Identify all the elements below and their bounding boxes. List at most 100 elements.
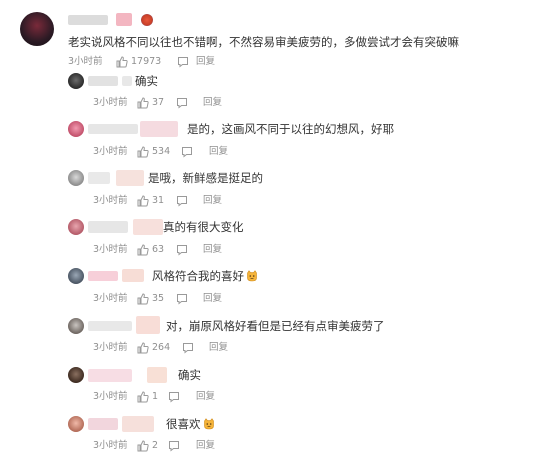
reply-text: 确实: [178, 368, 201, 382]
comment-time: 3小时前: [93, 146, 128, 157]
like-button[interactable]: 35: [137, 293, 164, 305]
username-blurred[interactable]: [88, 124, 138, 134]
like-count: 17973: [131, 56, 162, 67]
like-button[interactable]: 37: [137, 97, 164, 109]
thumbs-up-icon: [137, 342, 149, 354]
comment-bubble-icon: [182, 342, 194, 354]
reply-link[interactable]: 回复: [209, 342, 228, 354]
comment-text: 老实说风格不同以往也不错啊，不然容易审美疲劳的，多做尝试才会有突破嘛: [68, 35, 459, 49]
reply-icon-button[interactable]: [176, 244, 188, 256]
avatar[interactable]: [20, 12, 54, 46]
like-count: 63: [152, 244, 165, 255]
reply-icon-button[interactable]: [182, 342, 194, 354]
reply-icon-button[interactable]: [181, 146, 193, 158]
like-count: 2: [152, 440, 159, 451]
comment-time: 3小时前: [93, 391, 128, 402]
reply-text: 真的有很大变化: [163, 220, 244, 234]
reply-link[interactable]: 回复: [203, 195, 222, 207]
reply-text-content: 风格符合我的喜好: [152, 269, 244, 283]
avatar[interactable]: [68, 73, 84, 89]
username-blurred[interactable]: [88, 76, 118, 86]
comment-bubble-icon: [177, 56, 189, 68]
reply-link[interactable]: 回复: [203, 97, 222, 109]
thumbs-up-icon: [137, 97, 149, 109]
reply-text-content: 很喜欢: [166, 417, 201, 431]
avatar[interactable]: [68, 170, 84, 186]
like-button[interactable]: 63: [137, 244, 164, 256]
reply-icon-button[interactable]: [168, 440, 180, 452]
comment-bubble-icon: [181, 146, 193, 158]
reply-link[interactable]: 回复: [203, 293, 222, 305]
like-button[interactable]: 1: [137, 391, 158, 403]
username-blurred[interactable]: [147, 367, 167, 383]
reply-link[interactable]: 回复: [209, 146, 228, 158]
thumbs-up-icon: [137, 146, 149, 158]
cat-face-emoji-icon: [203, 418, 215, 430]
username-blurred[interactable]: [116, 170, 144, 186]
cat-face-emoji-icon: [246, 270, 258, 282]
like-button[interactable]: 534: [137, 146, 170, 158]
username-blurred[interactable]: [88, 221, 128, 233]
username-blurred[interactable]: [133, 219, 163, 235]
thumbs-up-icon: [137, 244, 149, 256]
like-button[interactable]: 31: [137, 195, 164, 207]
like-count: 534: [152, 146, 171, 157]
reply-text: 很喜欢: [166, 416, 215, 432]
thumbs-up-icon: [137, 391, 149, 403]
reply-text: 是哦，新鲜感是挺足的: [148, 171, 263, 185]
reply-link[interactable]: 回复: [196, 391, 215, 403]
username-blurred[interactable]: [68, 15, 108, 25]
reply-icon-button[interactable]: [176, 97, 188, 109]
like-count: 1: [152, 391, 159, 402]
avatar[interactable]: [68, 268, 84, 284]
comment-time: 3小时前: [93, 293, 128, 304]
comment-bubble-icon: [168, 440, 180, 452]
avatar[interactable]: [68, 367, 84, 383]
reply-icon-button[interactable]: [176, 293, 188, 305]
avatar[interactable]: [68, 121, 84, 137]
comment-time: 3小时前: [93, 342, 128, 353]
like-count: 31: [152, 195, 165, 206]
comment-bubble-icon: [168, 391, 180, 403]
reply-link[interactable]: 回复: [203, 244, 222, 256]
username-blurred[interactable]: [122, 416, 154, 432]
comment-bubble-icon: [176, 97, 188, 109]
username-blurred[interactable]: [88, 418, 118, 430]
thumbs-up-icon: [137, 293, 149, 305]
username-blurred[interactable]: [88, 172, 110, 184]
reply-text: 是的，这画风不同于以往的幻想风，好耶: [187, 122, 394, 136]
username-blurred[interactable]: [122, 269, 144, 282]
username-blurred[interactable]: [136, 316, 160, 334]
comment-bubble-icon: [176, 195, 188, 207]
avatar[interactable]: [68, 219, 84, 235]
comment-time: 3小时前: [93, 195, 128, 206]
user-badge: [116, 13, 132, 26]
thumbs-up-icon: [116, 56, 128, 68]
reply-text: 风格符合我的喜好: [152, 268, 258, 284]
like-button[interactable]: 17973: [116, 56, 161, 68]
verified-badge-icon: [141, 14, 153, 26]
like-count: 35: [152, 293, 165, 304]
like-button[interactable]: 2: [137, 440, 158, 452]
avatar[interactable]: [68, 318, 84, 334]
username-blurred[interactable]: [88, 271, 118, 281]
username-blurred[interactable]: [88, 321, 132, 331]
like-button[interactable]: 264: [137, 342, 170, 354]
like-count: 264: [152, 342, 171, 353]
reply-icon-button[interactable]: [177, 56, 189, 68]
comment-bubble-icon: [176, 293, 188, 305]
username-blurred[interactable]: [88, 369, 132, 382]
avatar[interactable]: [68, 416, 84, 432]
thumbs-up-icon: [137, 195, 149, 207]
reply-text: 对，崩原风格好看但是已经有点审美疲劳了: [166, 319, 385, 333]
reply-icon-button[interactable]: [168, 391, 180, 403]
comment-time: 3小时前: [93, 97, 128, 108]
username-blurred[interactable]: [140, 121, 178, 137]
reply-icon-button[interactable]: [176, 195, 188, 207]
comment-bubble-icon: [176, 244, 188, 256]
reply-link[interactable]: 回复: [196, 440, 215, 452]
like-count: 37: [152, 97, 165, 108]
username-blurred[interactable]: [122, 76, 132, 86]
thumbs-up-icon: [137, 440, 149, 452]
reply-link[interactable]: 回复: [196, 56, 215, 68]
